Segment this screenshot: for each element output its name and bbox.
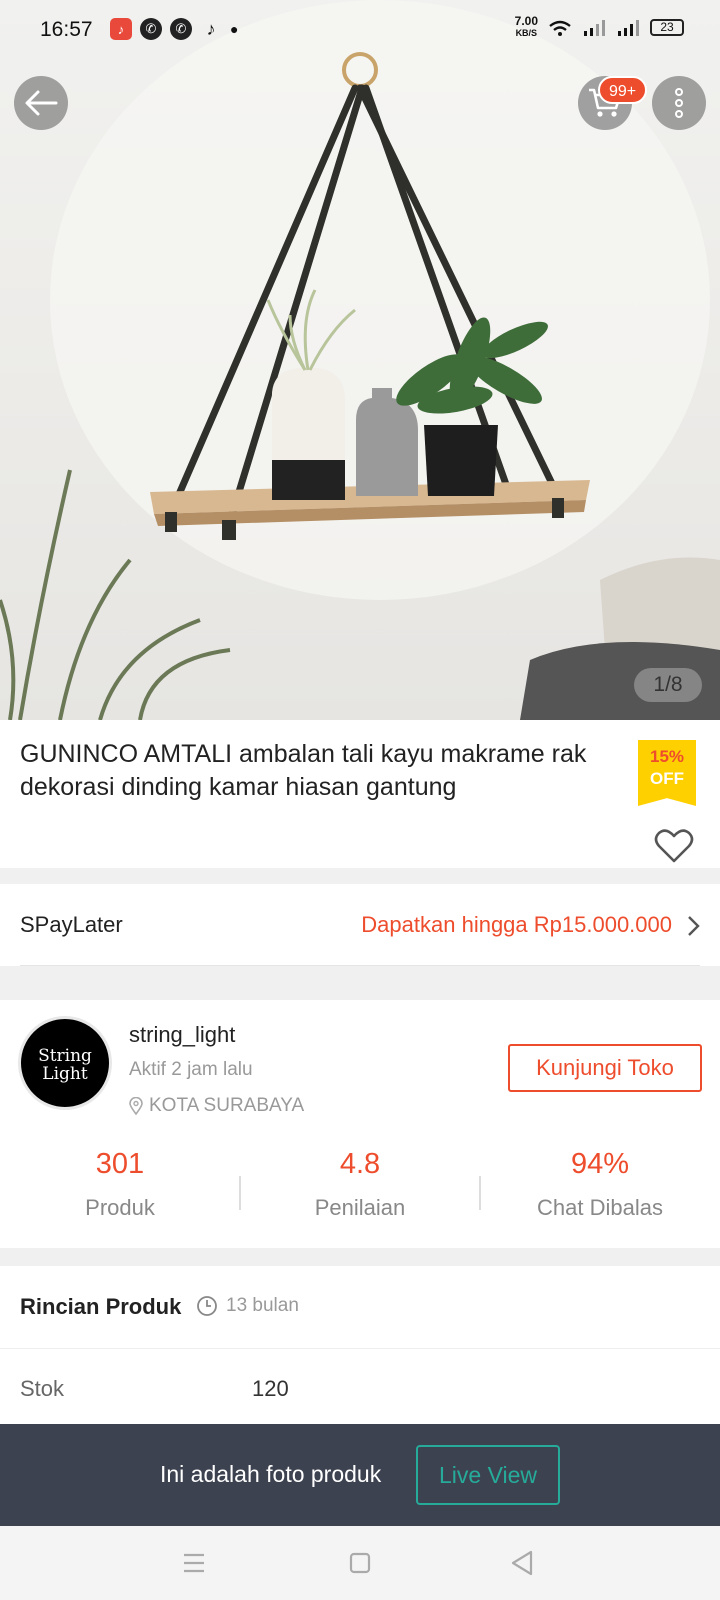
discount-badge: 15% OFF	[638, 740, 696, 806]
signal-icon-2	[618, 19, 639, 36]
more-vertical-icon	[675, 88, 683, 118]
net-speed-value: 7.00	[514, 14, 538, 28]
stat-label: Produk	[85, 1195, 155, 1220]
back-triangle-icon[interactable]	[510, 1550, 534, 1576]
stat-value: 301	[95, 1148, 145, 1180]
divider	[0, 1348, 720, 1349]
net-speed-unit: KB/S	[515, 28, 538, 38]
visit-shop-button[interactable]: Kunjungi Toko	[508, 1044, 702, 1092]
product-details-section: Rincian Produk 13 bulan Stok 120	[0, 1266, 720, 1426]
tiktok-icon: ♪	[206, 18, 216, 39]
back-arrow-icon	[25, 90, 58, 116]
shop-active-status: Aktif 2 jam lalu	[129, 1059, 253, 1080]
discount-word: OFF	[650, 769, 684, 788]
paylater-value: Dapatkan hingga Rp15.000.000	[361, 912, 672, 937]
stat-products[interactable]: 301 Produk	[0, 1148, 240, 1221]
stat-label: Chat Dibalas	[537, 1195, 663, 1220]
whatsapp-business-icon: ✆	[170, 18, 192, 40]
details-title: Rincian Produk	[20, 1294, 182, 1319]
status-bar: 16:57 ♪ ✆ ✆ ♪ ● 7.00 KB/S 23	[0, 0, 720, 60]
divider	[20, 965, 700, 966]
avatar-line-2: Light	[42, 1064, 88, 1084]
shop-section: String Light string_light Aktif 2 jam la…	[0, 1000, 720, 1248]
battery-icon: 23	[650, 19, 684, 36]
shop-name[interactable]: string_light	[129, 1022, 235, 1048]
live-view-button[interactable]: Live View	[416, 1445, 560, 1505]
product-title-section: GUNINCO AMTALI ambalan tali kayu makrame…	[0, 720, 720, 868]
shop-avatar[interactable]: String Light	[18, 1016, 112, 1110]
menu-icon[interactable]	[182, 1552, 206, 1574]
back-button[interactable]	[14, 76, 68, 130]
net-speed: 7.00 KB/S	[514, 14, 538, 39]
live-view-banner: Ini adalah foto produk Live View	[0, 1424, 720, 1526]
clock-icon	[197, 1296, 217, 1316]
stat-value: 4.8	[339, 1148, 381, 1180]
stock-label: Stok	[20, 1376, 65, 1401]
music-app-icon: ♪	[110, 18, 132, 40]
whatsapp-icon: ✆	[140, 18, 162, 40]
details-age-text: 13 bulan	[226, 1295, 299, 1316]
system-nav-bar	[0, 1526, 720, 1600]
paylater-row[interactable]: SPayLater Dapatkan hingga Rp15.000.000	[0, 884, 720, 966]
discount-percent: 15%	[649, 747, 685, 766]
heart-icon[interactable]	[654, 828, 694, 864]
stat-label: Penilaian	[314, 1195, 406, 1220]
shop-location-text: KOTA SURABAYA	[149, 1095, 305, 1116]
more-notifications-icon: ●	[230, 21, 239, 37]
status-time: 16:57	[40, 18, 93, 41]
cart-badge: 99+	[598, 76, 648, 104]
product-title: GUNINCO AMTALI ambalan tali kayu makrame…	[20, 740, 587, 801]
image-counter: 1/8	[634, 668, 702, 702]
location-pin-icon	[129, 1097, 143, 1115]
details-age: 13 bulan	[196, 1295, 299, 1317]
status-indicators: 7.00 KB/S 23	[514, 14, 684, 39]
wifi-icon	[549, 20, 571, 36]
shop-location: KOTA SURABAYA	[129, 1095, 304, 1117]
more-options-button[interactable]	[652, 76, 706, 130]
avatar-line-1: String	[38, 1046, 92, 1066]
notification-icons: ♪ ✆ ✆ ♪ ●	[110, 18, 238, 40]
stat-value: 94%	[570, 1148, 630, 1180]
home-square-icon[interactable]	[349, 1552, 371, 1574]
chevron-right-icon	[688, 916, 700, 936]
paylater-label: SPayLater	[20, 912, 123, 937]
stat-rating[interactable]: 4.8 Penilaian	[240, 1148, 480, 1221]
product-image[interactable]: 16:57 ♪ ✆ ✆ ♪ ● 7.00 KB/S 23 99+ 1/8	[0, 0, 720, 720]
live-view-text: Ini adalah foto produk	[160, 1461, 382, 1487]
stock-value: 120	[252, 1376, 289, 1401]
stat-chat-response: 94% Chat Dibalas	[480, 1148, 720, 1221]
signal-icon	[584, 19, 605, 36]
